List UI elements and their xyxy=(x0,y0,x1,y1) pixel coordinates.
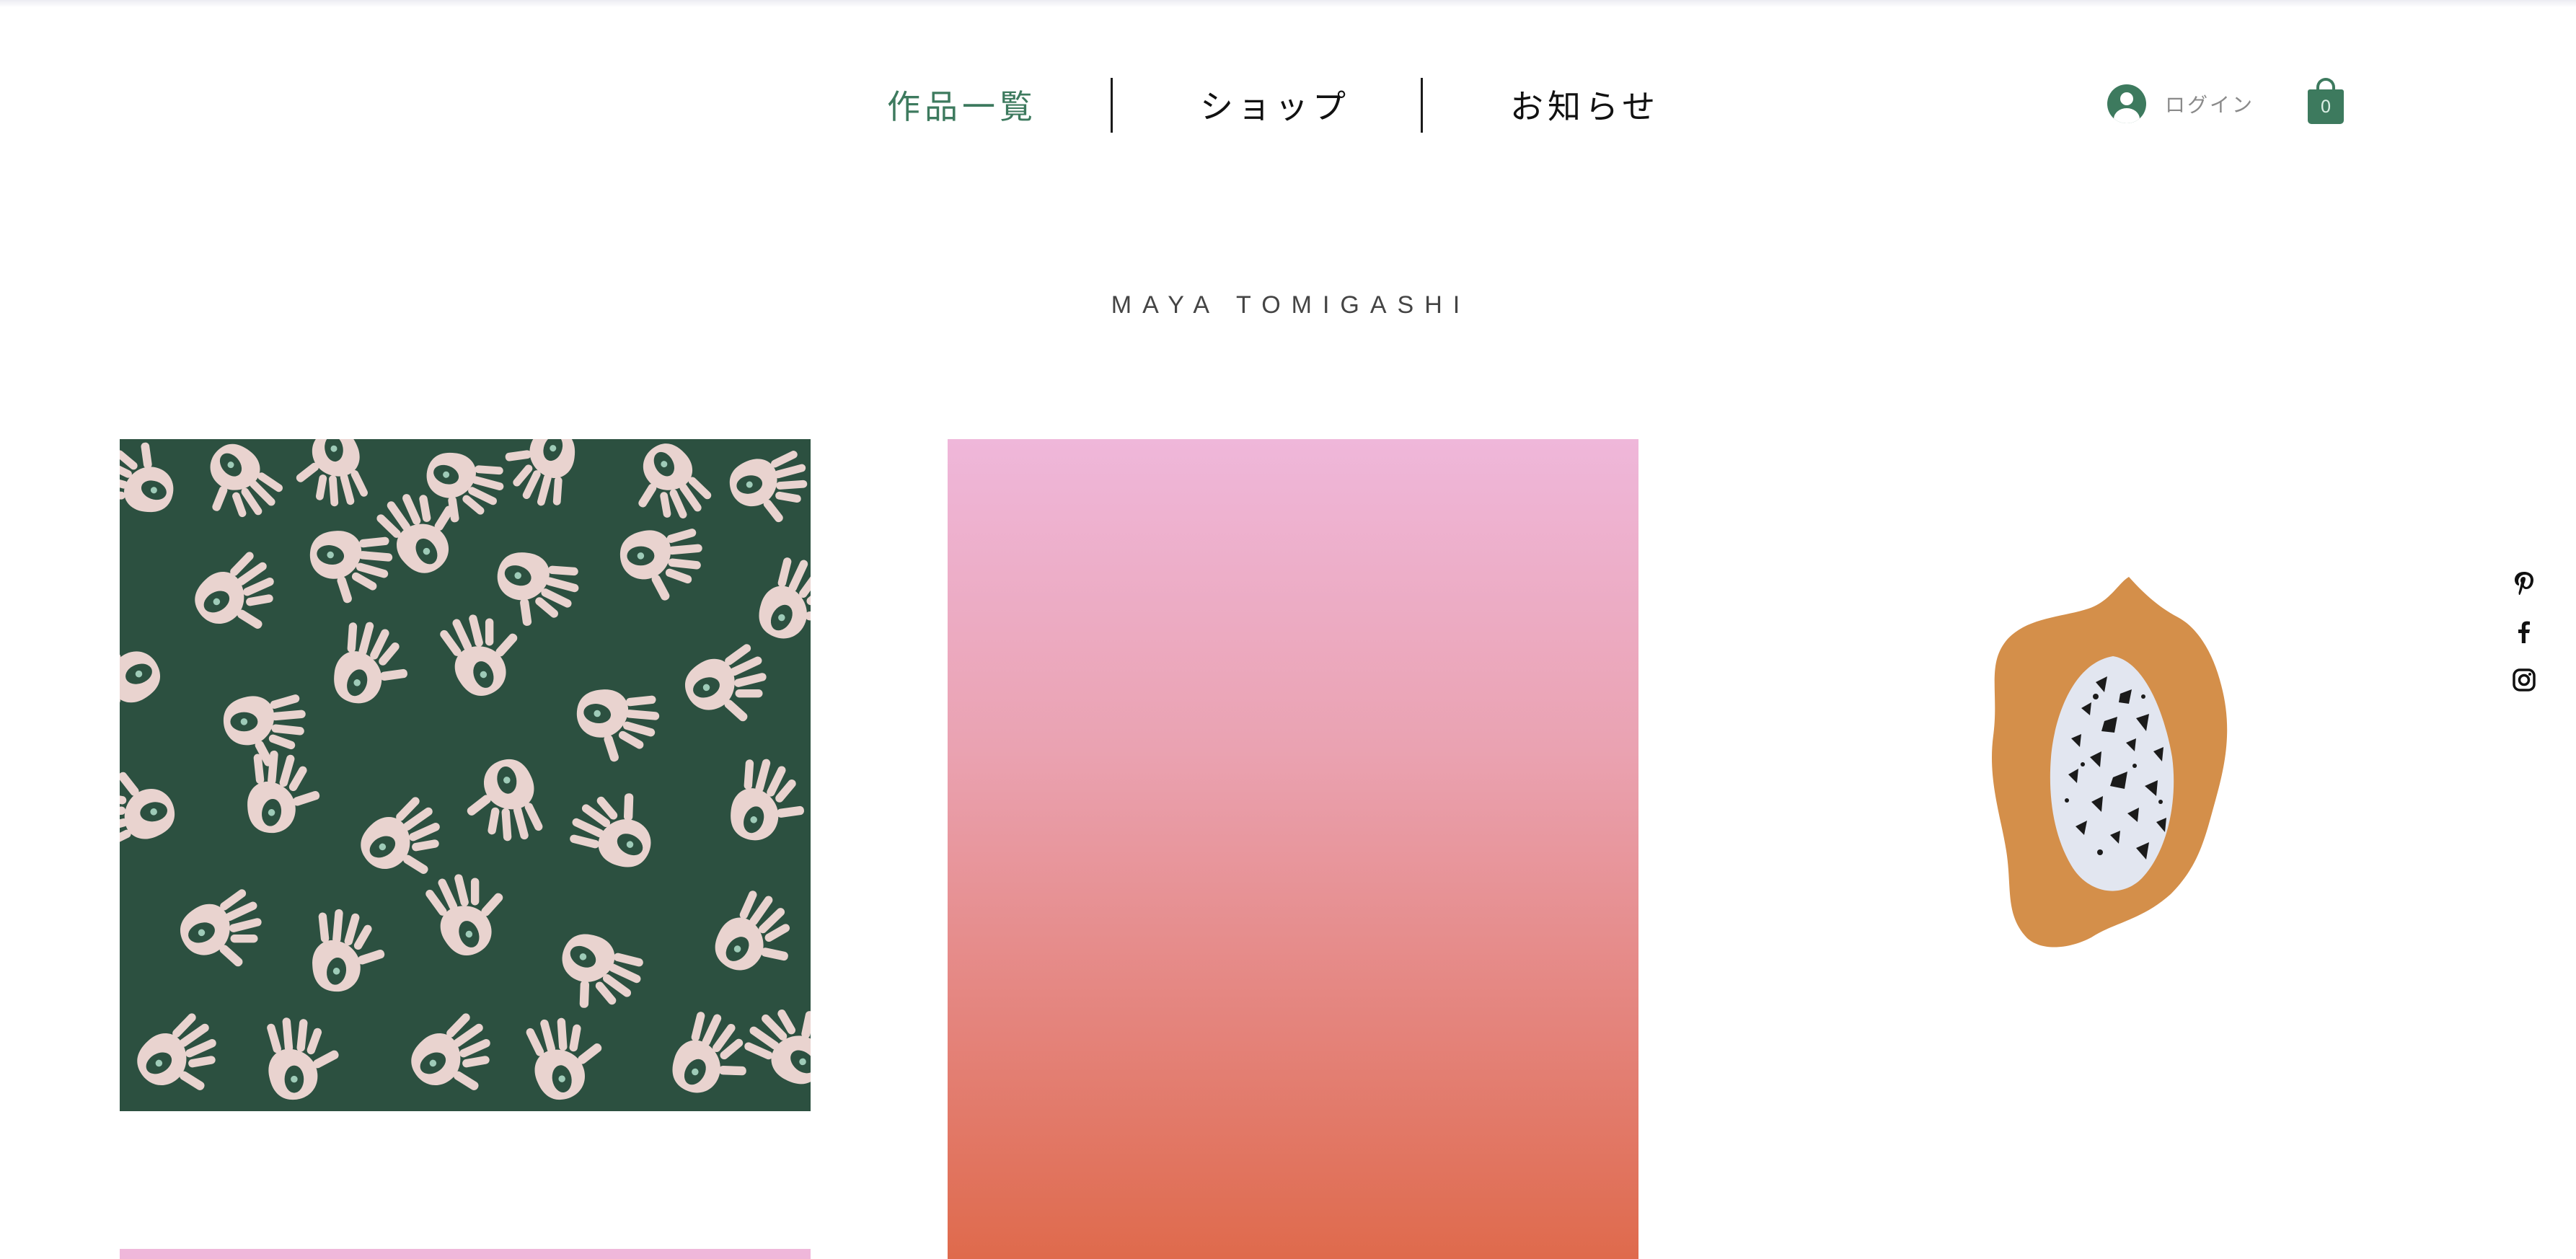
header-shadow xyxy=(0,0,2576,7)
nav-divider xyxy=(1111,78,1113,133)
cart-count: 0 xyxy=(2320,97,2332,117)
gallery-item-next[interactable] xyxy=(120,1249,811,1259)
login-button[interactable]: ログイン xyxy=(2107,82,2254,125)
hands-pattern-artwork xyxy=(120,439,811,1111)
instagram-icon[interactable] xyxy=(2511,667,2537,693)
papaya-artwork xyxy=(1991,577,2228,947)
gallery-item-gradient[interactable] xyxy=(948,439,1638,1259)
nav-divider xyxy=(1421,78,1423,133)
nav-item-works[interactable]: 作品一覧 xyxy=(887,81,1037,133)
gallery-item-hands[interactable] xyxy=(120,439,811,1111)
facebook-icon[interactable] xyxy=(2511,619,2537,645)
avatar-icon xyxy=(2107,84,2146,123)
nav-item-news[interactable]: お知らせ xyxy=(1510,81,1659,133)
pinterest-icon[interactable] xyxy=(2511,570,2537,596)
nav-item-shop[interactable]: ショップ xyxy=(1200,81,1350,133)
site-title: MAYA TOMIGASHI xyxy=(1111,291,1471,319)
gallery-item-papaya[interactable] xyxy=(1947,548,2279,981)
login-label: ログイン xyxy=(2165,93,2255,117)
cart-button[interactable]: 0 xyxy=(2308,78,2344,124)
page: 作品一覧 ショップ お知らせ ログイン 0 MAYA TOMIGASHI xyxy=(0,0,2576,1259)
